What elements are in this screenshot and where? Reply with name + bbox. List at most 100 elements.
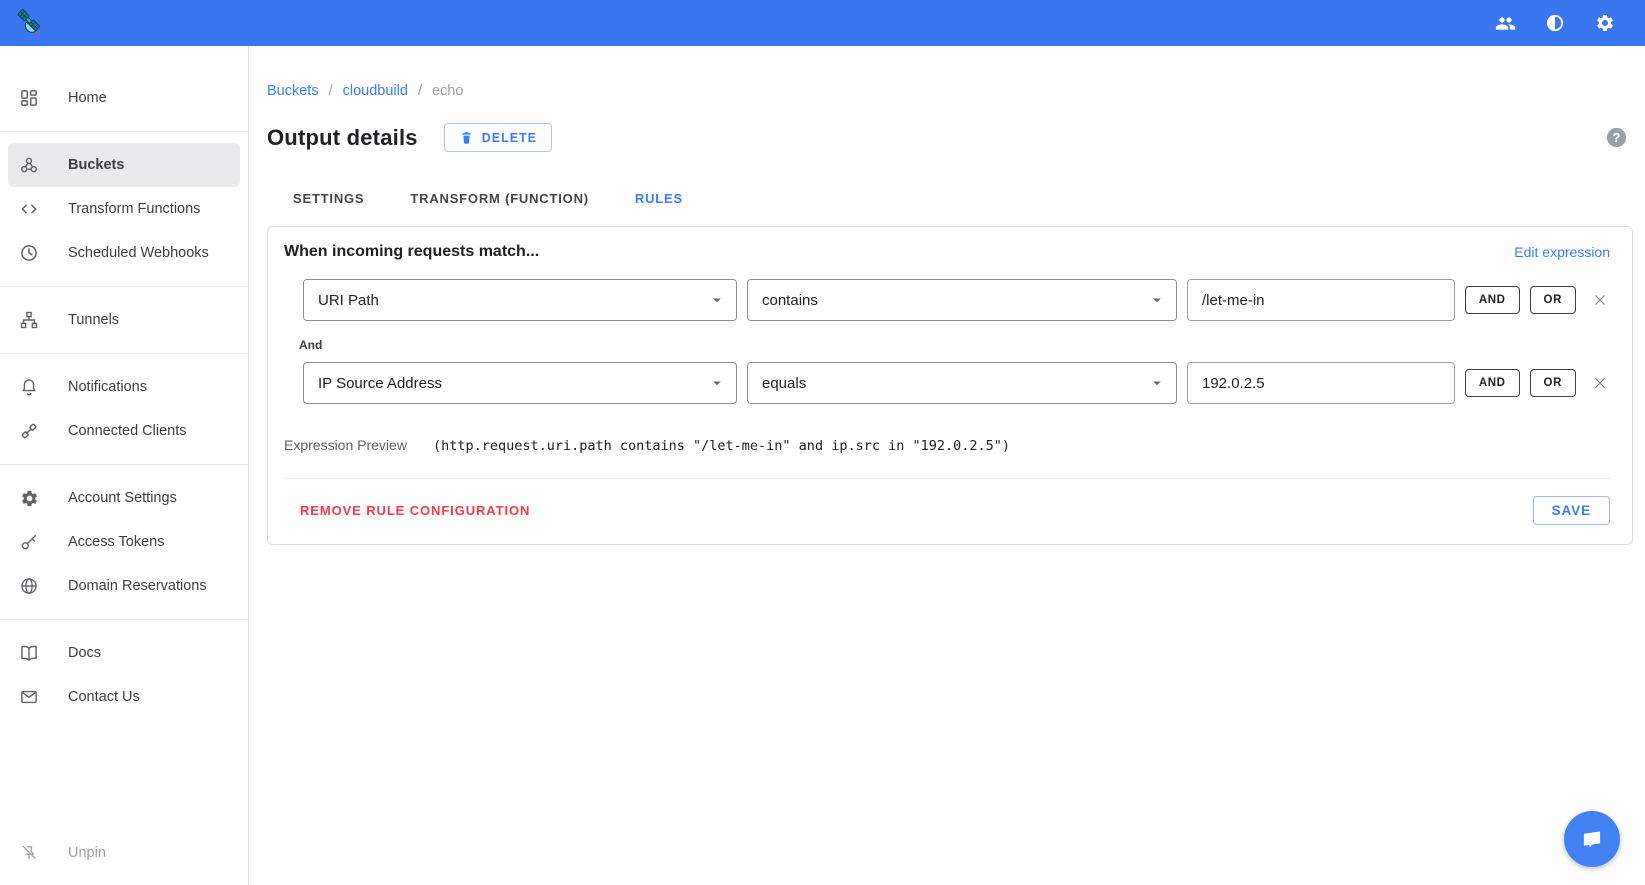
sidebar-item-label: Account Settings bbox=[68, 490, 177, 506]
close-icon[interactable] bbox=[1590, 373, 1610, 393]
sidebar-item-access-tokens[interactable]: Access Tokens bbox=[8, 520, 240, 564]
clock-icon bbox=[18, 242, 40, 264]
chevron-down-icon bbox=[1148, 374, 1166, 392]
sidebar-divider bbox=[0, 353, 248, 354]
sidebar-divider bbox=[0, 464, 248, 465]
chat-bubble-button[interactable] bbox=[1564, 811, 1620, 867]
pin-off-icon bbox=[18, 842, 40, 864]
tab-transform-function[interactable]: TRANSFORM (FUNCTION) bbox=[398, 181, 600, 216]
title-row: Output details DELETE ? bbox=[267, 123, 1633, 152]
sidebar-item-label: Tunnels bbox=[68, 312, 120, 328]
or-button[interactable]: OR bbox=[1529, 286, 1576, 314]
operator-select[interactable]: contains bbox=[747, 279, 1177, 321]
sitemap-icon bbox=[18, 309, 40, 331]
close-icon[interactable] bbox=[1590, 290, 1610, 310]
expression-preview-row: Expression Preview (http.request.uri.pat… bbox=[284, 437, 1610, 454]
sidebar-item-buckets[interactable]: Buckets bbox=[8, 143, 240, 187]
remove-rule-configuration-button[interactable]: REMOVE RULE CONFIGURATION bbox=[284, 495, 546, 526]
breadcrumb-separator: / bbox=[417, 83, 422, 99]
key-icon bbox=[18, 531, 40, 553]
sidebar-divider bbox=[0, 131, 248, 132]
rules-card-heading: When incoming requests match... bbox=[284, 243, 540, 260]
page-title: Output details bbox=[267, 124, 418, 150]
tab-bar: SETTINGS TRANSFORM (FUNCTION) RULES bbox=[267, 178, 1633, 218]
sidebar-divider bbox=[0, 619, 248, 620]
bell-icon bbox=[18, 376, 40, 398]
sidebar-item-scheduled-webhooks[interactable]: Scheduled Webhooks bbox=[8, 231, 240, 275]
or-button[interactable]: OR bbox=[1529, 369, 1576, 397]
chat-bubble-icon bbox=[1579, 826, 1605, 852]
sidebar-item-label: Scheduled Webhooks bbox=[68, 245, 209, 261]
sidebar-item-label: Buckets bbox=[68, 157, 125, 173]
operator-select-value: contains bbox=[762, 291, 818, 309]
field-select-value: URI Path bbox=[318, 291, 379, 309]
tab-rules[interactable]: RULES bbox=[623, 181, 695, 216]
sidebar-item-home[interactable]: Home bbox=[8, 76, 240, 120]
and-button[interactable]: AND bbox=[1464, 369, 1520, 397]
operator-select[interactable]: equals bbox=[747, 362, 1177, 404]
gear-icon[interactable] bbox=[1593, 11, 1617, 35]
edit-expression-link[interactable]: Edit expression bbox=[1514, 244, 1610, 260]
sidebar-item-domain-reservations[interactable]: Domain Reservations bbox=[8, 564, 240, 608]
and-button[interactable]: AND bbox=[1464, 286, 1520, 314]
field-select-value: IP Source Address bbox=[318, 374, 442, 392]
trash-icon bbox=[459, 130, 474, 145]
dashboard-icon bbox=[18, 87, 40, 109]
book-icon bbox=[18, 642, 40, 664]
sidebar-item-label: Connected Clients bbox=[68, 423, 187, 439]
chevron-down-icon bbox=[708, 374, 726, 392]
rule-row: URI Path contains AND OR bbox=[303, 279, 1610, 321]
sidebar-item-label: Docs bbox=[68, 645, 102, 661]
svg-text:?: ? bbox=[1613, 130, 1621, 145]
globe-icon bbox=[18, 575, 40, 597]
sidebar-unpin-button[interactable]: Unpin bbox=[8, 831, 240, 875]
sidebar-item-account-settings[interactable]: Account Settings bbox=[8, 476, 240, 520]
tab-settings[interactable]: SETTINGS bbox=[281, 181, 376, 216]
contrast-icon[interactable] bbox=[1543, 11, 1567, 35]
sidebar-item-label: Access Tokens bbox=[68, 534, 165, 550]
sidebar: Home Buckets Transform Functions Schedul… bbox=[0, 46, 249, 885]
breadcrumb-separator: / bbox=[328, 83, 333, 99]
sidebar-item-label: Unpin bbox=[68, 845, 106, 861]
value-input[interactable] bbox=[1187, 362, 1455, 404]
sidebar-item-label: Contact Us bbox=[68, 689, 140, 705]
sidebar-item-label: Domain Reservations bbox=[68, 578, 207, 594]
sidebar-item-label: Transform Functions bbox=[68, 201, 201, 217]
sidebar-item-transform-functions[interactable]: Transform Functions bbox=[8, 187, 240, 231]
plug-icon bbox=[18, 420, 40, 442]
team-icon[interactable] bbox=[1493, 11, 1517, 35]
breadcrumb-link-cloudbuild[interactable]: cloudbuild bbox=[343, 83, 408, 99]
field-select[interactable]: URI Path bbox=[303, 279, 737, 321]
sidebar-item-docs[interactable]: Docs bbox=[8, 631, 240, 675]
delete-button-label: DELETE bbox=[481, 130, 538, 145]
chevron-down-icon bbox=[1148, 291, 1166, 309]
webhook-icon bbox=[18, 154, 40, 176]
field-select[interactable]: IP Source Address bbox=[303, 362, 737, 404]
breadcrumb: Buckets / cloudbuild / echo bbox=[267, 83, 1633, 99]
operator-select-value: equals bbox=[762, 374, 807, 392]
topbar-actions bbox=[1493, 11, 1617, 35]
save-button[interactable]: SAVE bbox=[1532, 496, 1610, 525]
value-input[interactable] bbox=[1187, 279, 1455, 321]
delete-button[interactable]: DELETE bbox=[443, 123, 553, 152]
question-mark-icon[interactable]: ? bbox=[1605, 126, 1628, 149]
gear-icon bbox=[18, 487, 40, 509]
card-divider bbox=[284, 478, 1610, 479]
code-icon bbox=[18, 198, 40, 220]
rules-card: When incoming requests match... Edit exp… bbox=[267, 226, 1633, 545]
sidebar-item-notifications[interactable]: Notifications bbox=[8, 365, 240, 409]
conjunction-label: And bbox=[299, 338, 323, 352]
sidebar-item-tunnels[interactable]: Tunnels bbox=[8, 298, 240, 342]
topbar bbox=[0, 0, 1645, 46]
satellite-logo-icon[interactable] bbox=[13, 7, 45, 39]
expression-preview-code: (http.request.uri.path contains "/let-me… bbox=[432, 438, 1011, 454]
mail-icon bbox=[18, 686, 40, 708]
sidebar-item-label: Notifications bbox=[68, 379, 147, 395]
expression-preview-label: Expression Preview bbox=[284, 437, 407, 453]
chevron-down-icon bbox=[708, 291, 726, 309]
sidebar-item-connected-clients[interactable]: Connected Clients bbox=[8, 409, 240, 453]
sidebar-item-label: Home bbox=[68, 90, 107, 106]
breadcrumb-link-buckets[interactable]: Buckets bbox=[267, 83, 319, 99]
main-content: Buckets / cloudbuild / echo Output detai… bbox=[249, 46, 1645, 885]
sidebar-item-contact-us[interactable]: Contact Us bbox=[8, 675, 240, 719]
